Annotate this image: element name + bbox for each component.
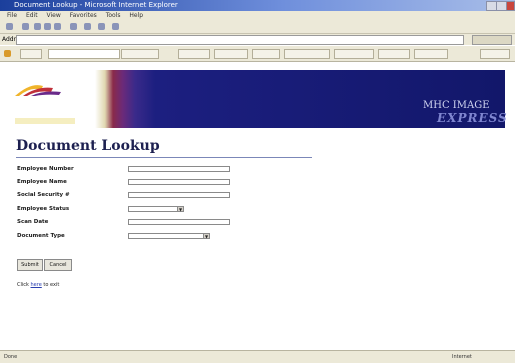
menu-favorites[interactable]: Favorites: [70, 12, 97, 19]
document-type-label: Document Type: [17, 233, 65, 239]
toolbar-search-button[interactable]: [121, 49, 159, 59]
chevron-down-icon: ▼: [177, 207, 183, 212]
cancel-button[interactable]: Cancel: [44, 259, 72, 271]
toolbar-item-3[interactable]: [252, 49, 280, 59]
toolbar-item-6[interactable]: [378, 49, 410, 59]
header-banner: [5, 70, 505, 128]
employee-status-label: Employee Status: [17, 206, 70, 212]
google-logo-icon: [4, 50, 11, 57]
company-logo-icon: [15, 85, 61, 96]
browser-toolbar: [0, 21, 515, 34]
refresh-icon[interactable]: [44, 23, 51, 30]
exit-link[interactable]: here: [31, 282, 42, 288]
title-divider: [16, 157, 312, 158]
window-title: Document Lookup - Microsoft Internet Exp…: [14, 1, 178, 9]
exit-suffix: to exit: [43, 282, 60, 288]
history-icon[interactable]: [98, 23, 105, 30]
exit-prefix: Click: [17, 282, 29, 288]
menu-help[interactable]: Help: [129, 12, 143, 19]
brand-subtitle: EXPRESS: [437, 111, 508, 125]
scan-date-input[interactable]: [128, 219, 230, 225]
employee-number-label: Employee Number: [17, 166, 74, 172]
page-title: Document Lookup: [16, 138, 160, 154]
scan-date-label: Scan Date: [17, 219, 49, 225]
menu-file[interactable]: File: [7, 12, 17, 19]
address-input[interactable]: [16, 35, 464, 45]
employee-status-select[interactable]: ▼: [128, 206, 184, 212]
menu-edit[interactable]: Edit: [26, 12, 38, 19]
menu-tools[interactable]: Tools: [106, 12, 121, 19]
back-icon[interactable]: [6, 23, 13, 30]
banner-glow: [15, 118, 75, 124]
status-bar: Done Internet: [0, 350, 515, 363]
toolbar-item-5[interactable]: [334, 49, 374, 59]
home-icon[interactable]: [54, 23, 61, 30]
close-button[interactable]: [506, 1, 515, 11]
social-security-input[interactable]: [128, 192, 230, 198]
toolbar-item-4[interactable]: [284, 49, 330, 59]
employee-number-input[interactable]: [128, 166, 230, 172]
chevron-down-icon: ▼: [203, 234, 209, 239]
zone-text: Internet: [452, 354, 472, 360]
status-text: Done: [4, 354, 18, 360]
menu-bar: File Edit View Favorites Tools Help: [0, 11, 515, 21]
stop-icon[interactable]: [34, 23, 41, 30]
menu-view[interactable]: View: [47, 12, 61, 19]
document-type-select[interactable]: ▼: [128, 233, 210, 239]
search-icon[interactable]: [70, 23, 77, 30]
social-security-label: Social Security #: [17, 192, 70, 198]
go-button[interactable]: [472, 35, 512, 45]
brand-name: MHC IMAGE: [423, 100, 490, 111]
exit-instructions: Click here to exit: [17, 282, 59, 288]
window-title-bar: Document Lookup - Microsoft Internet Exp…: [0, 0, 515, 11]
toolbar-item-2[interactable]: [214, 49, 248, 59]
submit-button[interactable]: Submit: [17, 259, 43, 271]
toolbar-item-1[interactable]: [178, 49, 210, 59]
toolbar-search-input[interactable]: [48, 49, 120, 59]
toolbar-dropdown[interactable]: [20, 49, 42, 59]
toolbar-item-7[interactable]: [414, 49, 448, 59]
employee-name-label: Employee Name: [17, 179, 67, 185]
links-toolbar: [0, 46, 515, 62]
mail-icon[interactable]: [112, 23, 119, 30]
toolbar-options-button[interactable]: [480, 49, 510, 59]
forward-icon[interactable]: [22, 23, 29, 30]
address-bar: Address: [0, 34, 515, 45]
favorites-icon[interactable]: [84, 23, 91, 30]
employee-name-input[interactable]: [128, 179, 230, 185]
